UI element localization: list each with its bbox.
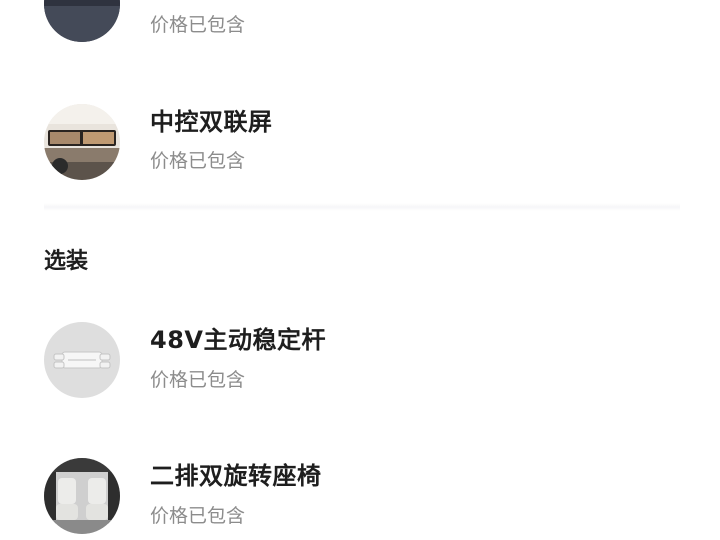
- dual-screen-dashboard-thumbnail-icon: [44, 104, 120, 180]
- item-title: 48V主动稳定杆: [150, 326, 326, 354]
- item-price-note: 价格已包含: [150, 150, 246, 172]
- item-title: 中控双联屏: [150, 108, 273, 136]
- section-divider: [44, 203, 680, 211]
- item-title: 二排双旋转座椅: [150, 462, 322, 490]
- item-price-note: 价格已包含: [150, 505, 246, 527]
- item-price-note: 价格已包含: [150, 369, 246, 391]
- section-title-optional: 选装: [44, 249, 89, 274]
- stabilizer-bar-thumbnail-icon: [44, 322, 120, 398]
- dark-car-detail-thumbnail-icon: [44, 0, 120, 42]
- rotating-seats-thumbnail-icon: [44, 458, 120, 534]
- item-price-note: 价格已包含: [150, 14, 246, 36]
